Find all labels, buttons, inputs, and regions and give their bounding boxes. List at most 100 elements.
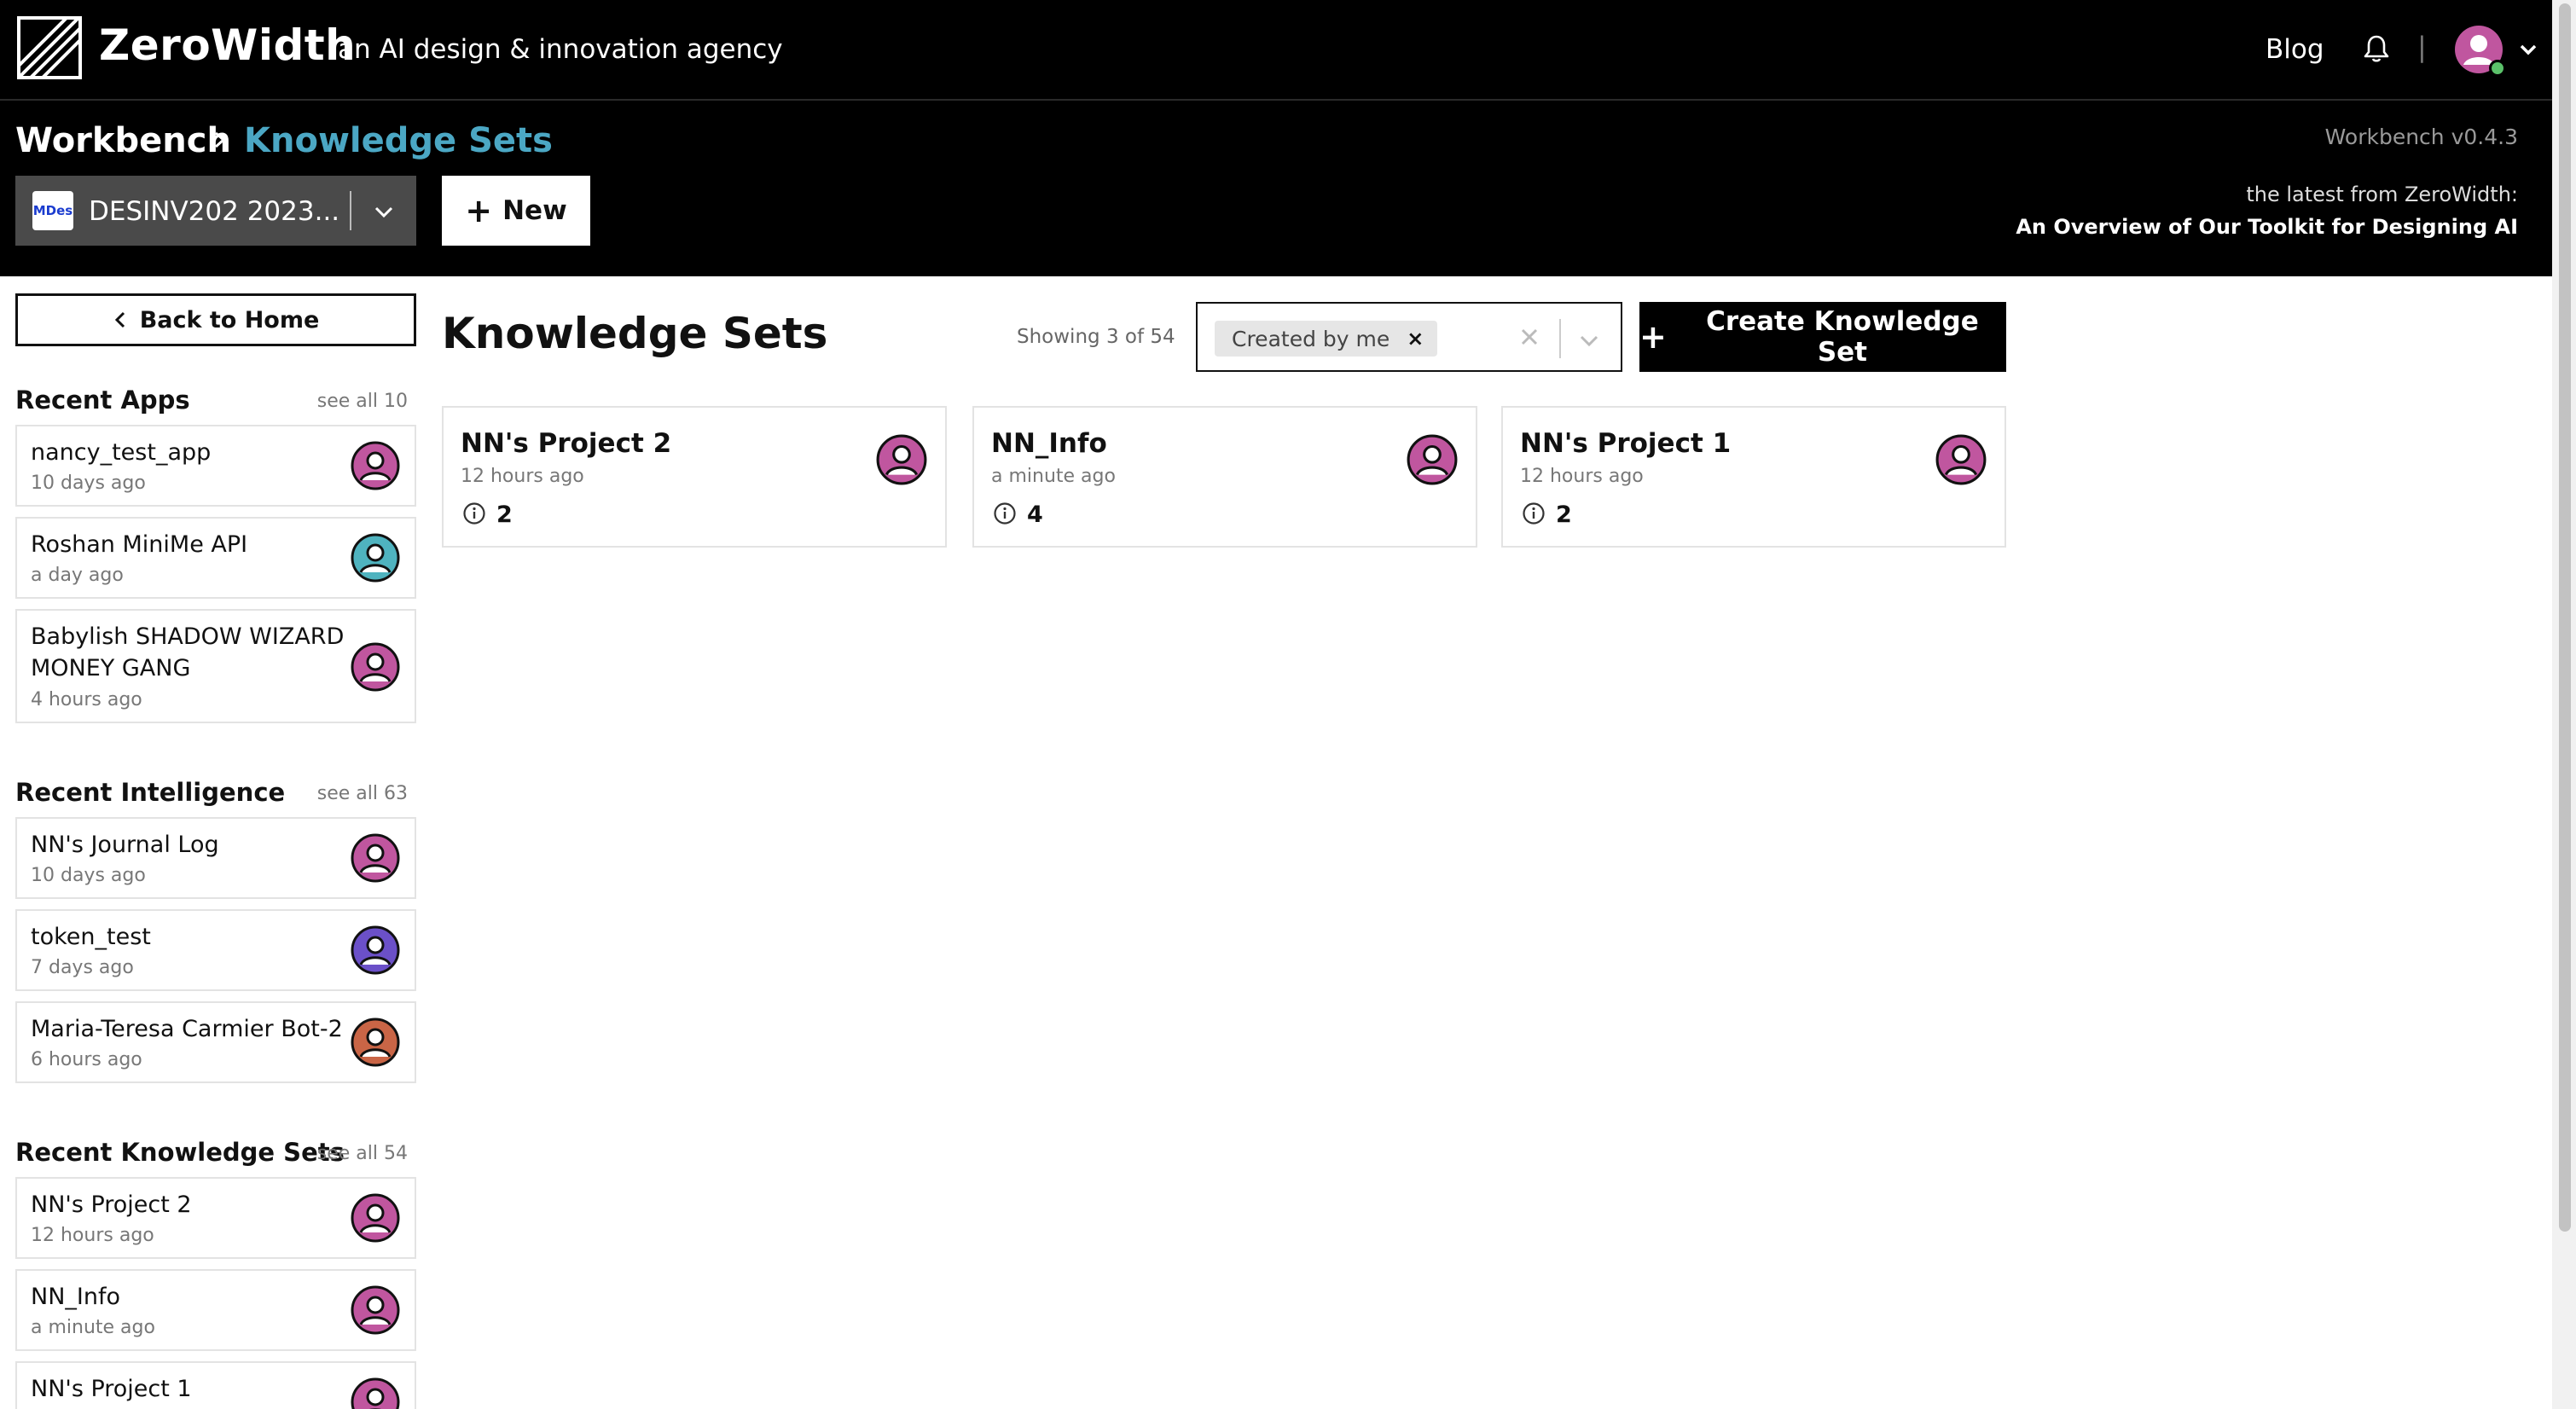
item-time: a day ago — [31, 565, 124, 586]
knowledge-set-card[interactable]: NN_Info a minute ago 4 — [972, 406, 1477, 548]
info-icon — [463, 502, 485, 525]
chevron-down-icon[interactable] — [1576, 328, 1602, 353]
filter-chip: Created by me × — [1215, 321, 1438, 357]
filter-chip-label: Created by me — [1232, 326, 1390, 351]
results-count: Showing 3 of 54 — [1017, 326, 1175, 348]
card-item-count: 2 — [1556, 502, 1572, 528]
see-all-apps-link[interactable]: see all 10 — [317, 391, 408, 412]
clear-icon[interactable] — [1517, 324, 1542, 350]
item-name: NN's Journal Log — [31, 832, 219, 858]
nav-separator: | — [2417, 31, 2427, 63]
card-time: 12 hours ago — [1520, 466, 1644, 487]
recent-app-item[interactable]: nancy_test_app 10 days ago — [15, 425, 416, 507]
top-navbar: ZeroWidth an AI design & innovation agen… — [0, 0, 2552, 101]
user-avatar-icon — [351, 1193, 400, 1243]
chevron-left-icon — [114, 311, 125, 328]
user-avatar-icon — [351, 533, 400, 583]
create-knowledge-set-label: Create Knowledge Set — [1706, 306, 1979, 368]
online-status-dot — [2489, 60, 2506, 77]
page-scrollbar-thumb[interactable] — [2559, 3, 2571, 1232]
card-time: 12 hours ago — [461, 466, 584, 487]
recent-knowledge-set-item[interactable]: NN's Project 2 12 hours ago — [15, 1177, 416, 1259]
page-title: Knowledge Sets — [442, 309, 828, 358]
item-name: Babylish SHADOW WIZARD MONEY GANG — [31, 623, 345, 681]
see-all-intelligence-link[interactable]: see all 63 — [317, 783, 408, 804]
user-avatar-icon — [351, 642, 400, 692]
item-name: NN_Info — [31, 1284, 120, 1310]
user-avatar-icon — [351, 1018, 400, 1067]
recent-app-item[interactable]: Babylish SHADOW WIZARD MONEY GANG 4 hour… — [15, 609, 416, 723]
creator-filter-select[interactable]: Created by me × — [1196, 302, 1622, 372]
item-time: 7 days ago — [31, 957, 134, 978]
recent-intelligence-title: Recent Intelligence — [15, 778, 286, 807]
back-to-home-button[interactable]: Back to Home — [15, 293, 416, 346]
recent-app-item[interactable]: Roshan MiniMe API a day ago — [15, 517, 416, 599]
item-name: Maria-Teresa Carmier Bot-2 — [31, 1016, 343, 1042]
breadcrumb-current: Knowledge Sets — [244, 121, 553, 160]
org-name: DESINV202 2023... — [89, 196, 340, 227]
org-selector[interactable]: MDes DESINV202 2023... — [15, 176, 416, 246]
item-name: NN's Project 1 — [31, 1376, 192, 1402]
item-time: 12 hours ago — [31, 1225, 154, 1246]
user-avatar-icon — [351, 833, 400, 883]
item-name: Roshan MiniMe API — [31, 531, 248, 558]
user-avatar-icon — [351, 1377, 400, 1409]
user-avatar-icon — [351, 925, 400, 975]
item-time: a minute ago — [31, 1317, 155, 1338]
item-time: 4 hours ago — [31, 689, 142, 710]
item-name: token_test — [31, 924, 151, 950]
recent-knowledge-set-item[interactable]: NN_Info a minute ago — [15, 1269, 416, 1351]
card-item-count: 4 — [1027, 502, 1043, 528]
card-title: NN's Project 2 — [461, 428, 672, 459]
card-title: NN's Project 1 — [1520, 428, 1732, 459]
version-label: Workbench v0.4.3 — [2324, 125, 2518, 149]
info-icon — [1523, 502, 1545, 525]
user-avatar-icon — [1935, 434, 1987, 485]
latest-news-label: the latest from ZeroWidth: — [2246, 183, 2518, 206]
org-logo: MDes — [32, 191, 73, 230]
bell-icon[interactable] — [2363, 34, 2390, 63]
knowledge-set-card[interactable]: NN's Project 2 12 hours ago 2 — [442, 406, 947, 548]
org-select-divider — [350, 191, 351, 230]
user-menu[interactable] — [2453, 24, 2542, 80]
chip-remove-icon[interactable]: × — [1407, 327, 1424, 351]
brand-name[interactable]: ZeroWidth — [99, 20, 356, 70]
new-button[interactable]: + New — [442, 176, 590, 246]
latest-news-link[interactable]: An Overview of Our Toolkit for Designing… — [2016, 215, 2518, 239]
user-avatar-icon — [351, 441, 400, 490]
recent-apps-title: Recent Apps — [15, 386, 190, 415]
chevron-right-icon — [215, 131, 226, 148]
card-time: a minute ago — [991, 466, 1116, 487]
user-avatar-icon — [1407, 434, 1458, 485]
user-avatar-icon — [876, 434, 927, 485]
filter-divider — [1559, 319, 1561, 358]
recent-intelligence-item[interactable]: NN's Journal Log 10 days ago — [15, 817, 416, 899]
recent-intelligence-item[interactable]: Maria-Teresa Carmier Bot-2 6 hours ago — [15, 1001, 416, 1083]
breadcrumb-workbench[interactable]: Workbench — [15, 121, 231, 160]
see-all-knowledge-sets-link[interactable]: see all 54 — [317, 1143, 408, 1164]
back-to-home-label: Back to Home — [139, 306, 320, 333]
recent-knowledge-sets-title: Recent Knowledge Sets — [15, 1138, 345, 1167]
item-time: 10 days ago — [31, 865, 146, 886]
brand-tagline: an AI design & innovation agency — [338, 34, 783, 65]
recent-knowledge-set-item[interactable]: NN's Project 1 — [15, 1361, 416, 1409]
card-title: NN_Info — [991, 428, 1107, 459]
chevron-down-icon[interactable] — [372, 200, 396, 223]
item-time: 10 days ago — [31, 473, 146, 494]
item-time: 6 hours ago — [31, 1049, 142, 1070]
knowledge-set-card[interactable]: NN's Project 1 12 hours ago 2 — [1501, 406, 2006, 548]
chevron-down-icon — [2520, 44, 2537, 55]
recent-intelligence-item[interactable]: token_test 7 days ago — [15, 909, 416, 991]
card-item-count: 2 — [496, 502, 513, 528]
plus-icon: + — [465, 192, 493, 229]
new-button-label: New — [502, 195, 567, 226]
create-knowledge-set-button[interactable]: + Create Knowledge Set — [1639, 302, 2006, 372]
item-name: NN's Project 2 — [31, 1192, 192, 1218]
info-icon — [994, 502, 1016, 525]
item-name: nancy_test_app — [31, 439, 212, 466]
user-avatar-icon — [351, 1285, 400, 1335]
workbench-header: Workbench Knowledge Sets Workbench v0.4.… — [0, 101, 2552, 276]
plus-icon: + — [1639, 318, 1667, 356]
blog-link[interactable]: Blog — [2266, 34, 2324, 65]
zerowidth-logo-icon[interactable] — [17, 16, 82, 79]
